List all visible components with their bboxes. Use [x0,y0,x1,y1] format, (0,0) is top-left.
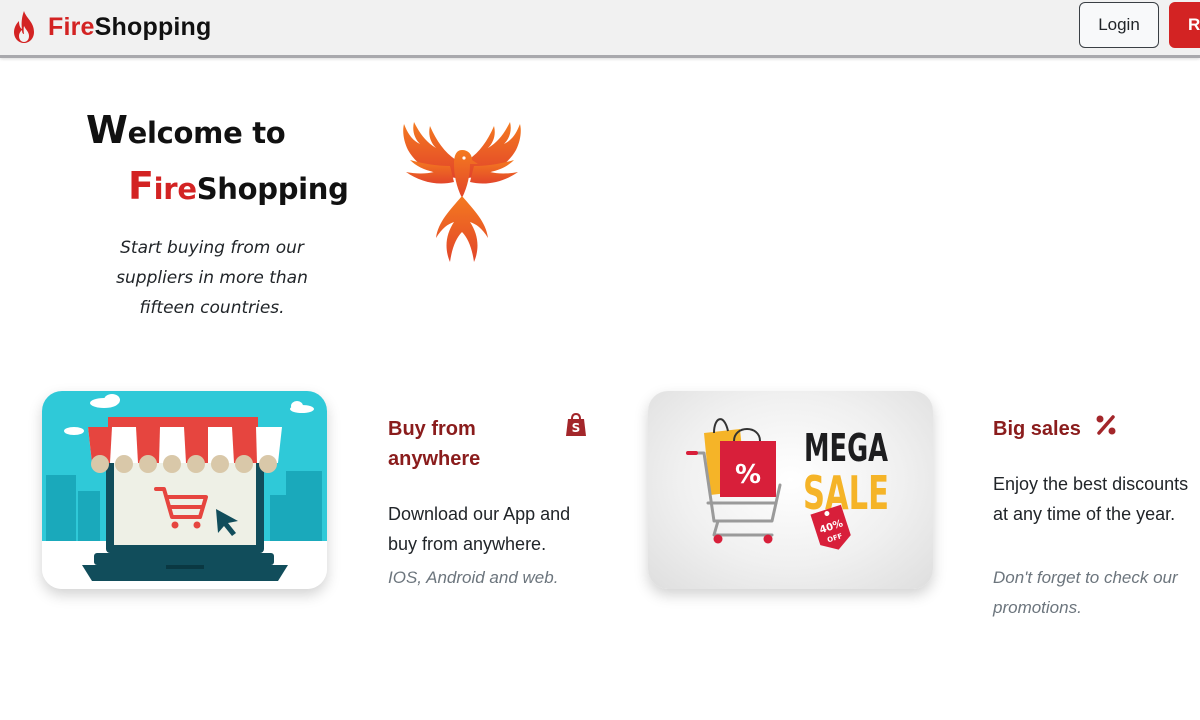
percent-icon [1096,415,1116,435]
svg-text:S: S [572,421,581,435]
mega-sale-text-mega: MEGA [804,426,888,470]
feature-note-platforms: IOS, Android and web. [388,568,559,587]
feature-body-buy-anywhere: Download our App and buy from anywhere. [388,504,571,554]
hero-subtitle: Start buying from our suppliers in more … [116,238,308,318]
feature-note-promotions: Don't forget to check our promotions. [993,568,1178,617]
hero-title: Welcome to FireShopping [86,108,386,208]
hero-title-line2: FireShopping [128,164,349,208]
hero-title-line1: Welcome to [86,108,286,152]
phoenix-logo [403,122,521,262]
navbar: FireShopping Login Re [0,0,1200,58]
mega-sale-image: % MEGA SALE 40% OFF [648,391,933,589]
brand-link[interactable]: FireShopping [10,8,212,46]
shopify-bag-icon: S [566,413,586,436]
register-button[interactable]: Re [1169,2,1200,48]
login-button[interactable]: Login [1079,2,1159,48]
flame-icon [14,11,34,43]
mega-sale-text-sale: SALE [803,466,889,520]
svg-text:%: % [735,460,761,490]
online-store-image [42,391,327,589]
feature-title-buy-anywhere: Buy from anywhere [388,418,481,470]
brand-name: FireShopping [48,12,212,41]
feature-body-big-sales: Enjoy the best discounts at any time of … [993,474,1189,524]
